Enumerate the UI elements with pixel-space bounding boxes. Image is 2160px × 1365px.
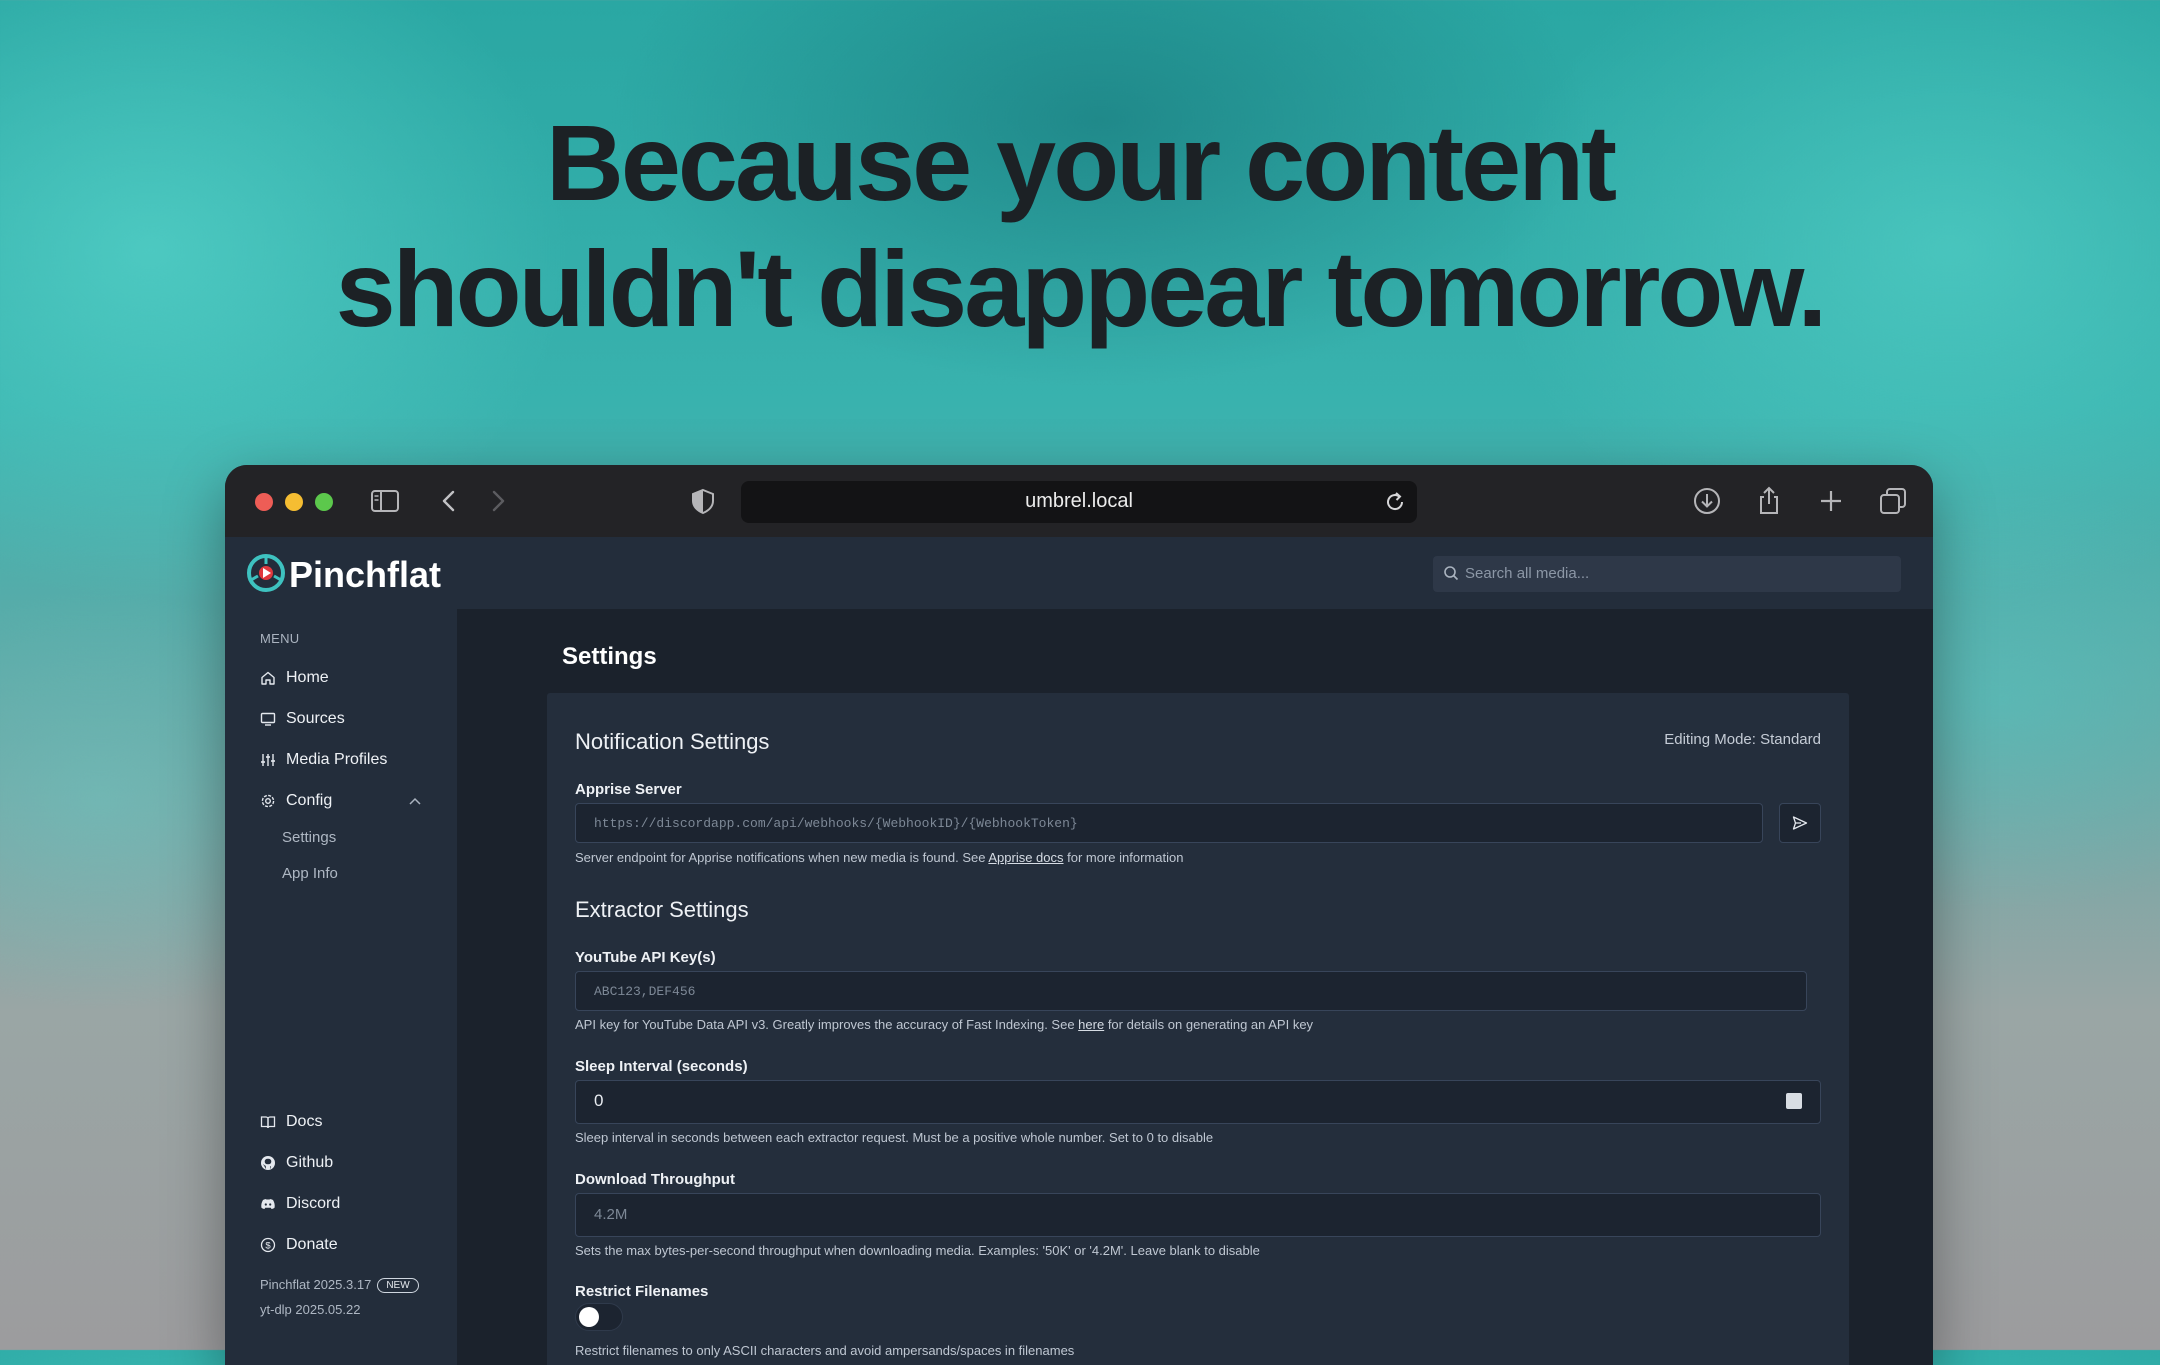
minimize-window-button[interactable] [285, 493, 303, 511]
youtube-help-prefix: API key for YouTube Data API v3. Greatly… [575, 1017, 1079, 1032]
tabs-overview-icon[interactable] [1877, 485, 1909, 517]
url-text: umbrel.local [1025, 490, 1133, 512]
apprise-server-label: Apprise Server [575, 781, 682, 798]
app-header: Pinchflat Search all media... [225, 537, 1933, 609]
book-icon [260, 1116, 276, 1129]
youtube-api-key-placeholder: ABC123,DEF456 [594, 984, 696, 999]
shield-icon[interactable] [687, 485, 719, 517]
restrict-filenames-help: Restrict filenames to only ASCII charact… [575, 1343, 1075, 1358]
sleep-interval-input[interactable]: 0 [575, 1080, 1821, 1124]
number-spinner[interactable] [1786, 1093, 1802, 1109]
sidebar-item-media-profiles[interactable]: Media Profiles [260, 747, 387, 773]
sidebar: MENU Home Sources Media Profiles Config … [225, 609, 457, 1365]
close-window-button[interactable] [255, 493, 273, 511]
sidebar-item-home[interactable]: Home [260, 665, 329, 691]
sidebar-item-config[interactable]: Config [260, 788, 422, 814]
sleep-interval-value: 0 [594, 1091, 604, 1110]
toggle-knob [579, 1307, 599, 1327]
editing-mode-toggle[interactable]: Editing Mode: Standard [1664, 731, 1821, 748]
sidebar-item-github[interactable]: Github [260, 1150, 333, 1176]
sidebar-item-label: Home [286, 669, 329, 686]
extractor-settings-title: Extractor Settings [575, 897, 749, 922]
sidebar-item-label: Docs [286, 1113, 323, 1130]
send-test-notification-button[interactable] [1779, 803, 1821, 843]
send-icon [1792, 816, 1808, 830]
download-icon[interactable] [1691, 485, 1723, 517]
search-input[interactable]: Search all media... [1433, 556, 1901, 592]
new-tab-icon[interactable] [1815, 485, 1847, 517]
sidebar-item-label: Donate [286, 1236, 338, 1253]
search-placeholder: Search all media... [1465, 565, 1590, 582]
apprise-help-prefix: Server endpoint for Apprise notification… [575, 850, 989, 865]
share-icon[interactable] [1753, 485, 1785, 517]
sidebar-subitem-settings[interactable]: Settings [282, 829, 336, 846]
youtube-here-link[interactable]: here [1078, 1017, 1104, 1032]
app-version-text: Pinchflat 2025.3.17 [260, 1277, 372, 1292]
sidebar-item-label: Github [286, 1154, 334, 1171]
sliders-icon [261, 754, 275, 766]
sidebar-item-discord[interactable]: Discord [260, 1191, 340, 1217]
menu-label: MENU [260, 631, 300, 646]
apprise-server-input[interactable]: https://discordapp.com/api/webhooks/{Web… [575, 803, 1763, 843]
github-icon [261, 1156, 275, 1170]
download-throughput-input[interactable]: 4.2M [575, 1193, 1821, 1237]
reload-icon[interactable] [1383, 490, 1407, 514]
apprise-help-text: Server endpoint for Apprise notification… [575, 850, 1183, 865]
sidebar-item-docs[interactable]: Docs [260, 1109, 322, 1135]
sidebar-item-donate[interactable]: $ Donate [260, 1232, 338, 1258]
page-title: Settings [562, 643, 657, 670]
apprise-docs-link[interactable]: Apprise docs [988, 850, 1063, 865]
sidebar-subitem-app-info[interactable]: App Info [282, 865, 338, 882]
dollar-icon: $ [260, 1237, 276, 1253]
sidebar-item-label: Discord [286, 1195, 341, 1212]
pinchflat-logo-icon [247, 554, 285, 592]
address-bar[interactable]: umbrel.local [741, 481, 1417, 523]
search-icon [1444, 566, 1459, 581]
youtube-api-key-input[interactable]: ABC123,DEF456 [575, 971, 1807, 1011]
youtube-help-text: API key for YouTube Data API v3. Greatly… [575, 1017, 1313, 1032]
sidebar-item-sources[interactable]: Sources [260, 706, 345, 732]
sidebar-item-label: Config [286, 792, 333, 809]
headline-line-2: shouldn't disappear tomorrow. [335, 228, 1828, 349]
gear-icon [261, 794, 275, 808]
download-throughput-help: Sets the max bytes-per-second throughput… [575, 1243, 1260, 1258]
home-icon [261, 671, 275, 685]
headline-line-1: Because your content [545, 102, 1617, 223]
download-throughput-label: Download Throughput [575, 1171, 735, 1188]
app-version: Pinchflat 2025.3.17 NEW [260, 1277, 419, 1293]
sleep-interval-help: Sleep interval in seconds between each e… [575, 1130, 1214, 1145]
apprise-server-placeholder: https://discordapp.com/api/webhooks/{Web… [594, 816, 1078, 831]
app-name[interactable]: Pinchflat [289, 551, 441, 589]
svg-text:$: $ [265, 1241, 271, 1252]
ytdlp-version: yt-dlp 2025.05.22 [260, 1302, 361, 1317]
main-content: Settings Notification Settings Editing M… [457, 609, 1933, 1365]
settings-form: Notification Settings Editing Mode: Stan… [547, 693, 1849, 1365]
apprise-help-suffix: for more information [1063, 850, 1184, 865]
notification-settings-title: Notification Settings [575, 729, 770, 754]
restrict-filenames-toggle[interactable] [575, 1303, 623, 1331]
sleep-interval-label: Sleep Interval (seconds) [575, 1058, 748, 1075]
zoom-window-button[interactable] [315, 493, 333, 511]
chevron-up-icon[interactable] [408, 796, 422, 806]
discord-icon [261, 1199, 275, 1209]
youtube-help-suffix: for details on generating an API key [1104, 1017, 1314, 1032]
sidebar-toggle-icon[interactable] [369, 485, 401, 517]
back-icon[interactable] [433, 485, 465, 517]
monitor-icon [260, 712, 276, 726]
new-badge: NEW [377, 1278, 419, 1293]
sidebar-item-label: Media Profiles [286, 751, 388, 768]
forward-icon[interactable] [482, 485, 514, 517]
sidebar-item-label: Sources [286, 710, 345, 727]
browser-window: umbrel.local Pinchflat Search all media.… [225, 465, 1933, 1365]
download-throughput-placeholder: 4.2M [594, 1206, 628, 1223]
hero-headline: Because your content shouldn't disappear… [0, 100, 2160, 352]
browser-toolbar: umbrel.local [225, 465, 1933, 537]
restrict-filenames-label: Restrict Filenames [575, 1283, 709, 1300]
youtube-api-key-label: YouTube API Key(s) [575, 949, 716, 966]
